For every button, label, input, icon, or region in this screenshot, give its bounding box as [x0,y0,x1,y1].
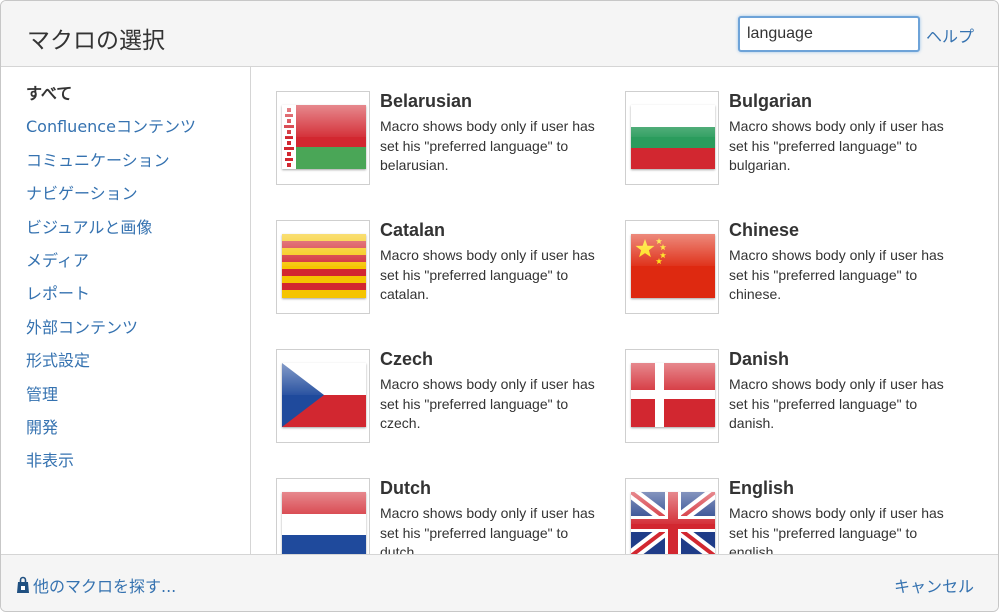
category-development[interactable]: 開発 [26,415,196,448]
macro-description: Macro shows body only if user has set hi… [380,118,595,173]
category-communication[interactable]: コミュニケーション [26,148,196,181]
category-media[interactable]: メディア [26,248,196,281]
macro-description: Macro shows body only if user has set hi… [729,376,944,431]
dialog-footer: 他のマクロを探す... キャンセル [1,554,998,611]
macro-item-catalan[interactable]: Catalan Macro shows body only if user ha… [276,220,616,330]
cancel-button[interactable]: キャンセル [894,573,974,597]
macro-item-czech[interactable]: Czech Macro shows body only if user has … [276,349,616,459]
macro-description: Macro shows body only if user has set hi… [729,118,944,173]
help-link[interactable]: ヘルプ [926,23,974,47]
find-more-macros-label: 他のマクロを探す... [33,577,177,596]
macro-thumbnail [276,91,370,185]
macro-thumbnail [625,220,719,314]
macro-name: Danish [729,349,790,369]
category-visuals-images[interactable]: ビジュアルと画像 [26,215,196,248]
macro-description: Macro shows body only if user has set hi… [729,247,944,302]
category-sidebar: すべて Confluenceコンテンツ コミュニケーション ナビゲーション ビジ… [1,67,251,554]
macro-item-belarusian[interactable]: Belarusian Macro shows body only if user… [276,91,616,201]
macro-thumbnail [276,220,370,314]
macro-item-chinese[interactable]: Chinese Macro shows body only if user ha… [625,220,965,330]
macro-thumbnail [625,349,719,443]
belarus-flag-icon [282,105,366,169]
category-navigation[interactable]: ナビゲーション [26,181,196,214]
category-reports[interactable]: レポート [26,281,196,314]
macro-item-dutch[interactable]: Dutch Macro shows body only if user has … [276,478,616,554]
category-hidden[interactable]: 非表示 [26,448,196,481]
macro-name: Catalan [380,220,446,240]
find-more-macros-link[interactable]: 他のマクロを探す... [15,573,176,597]
macro-description: Macro shows body only if user has set hi… [380,376,595,431]
macro-name: Dutch [380,478,431,498]
czech-flag-icon [282,363,366,427]
dialog-header: マクロの選択 ヘルプ [1,1,998,67]
macro-item-bulgarian[interactable]: Bulgarian Macro shows body only if user … [625,91,965,201]
category-formatting[interactable]: 形式設定 [26,348,196,381]
bulgaria-flag-icon [631,105,715,169]
macro-name: Chinese [729,220,800,240]
category-admin[interactable]: 管理 [26,382,196,415]
macro-description: Macro shows body only if user has set hi… [729,505,944,554]
china-flag-icon [631,234,715,298]
macro-thumbnail [276,349,370,443]
netherlands-flag-icon [282,492,366,554]
denmark-flag-icon [631,363,715,427]
dialog-title: マクロの選択 [27,28,165,54]
category-external-content[interactable]: 外部コンテンツ [26,315,196,348]
category-all[interactable]: すべて [26,81,196,114]
category-list: すべて Confluenceコンテンツ コミュニケーション ナビゲーション ビジ… [26,81,196,482]
macro-description: Macro shows body only if user has set hi… [380,505,595,554]
macro-item-danish[interactable]: Danish Macro shows body only if user has… [625,349,965,459]
macro-thumbnail [625,478,719,554]
macro-thumbnail [276,478,370,554]
macro-search-input[interactable] [738,16,920,52]
macro-name: Bulgarian [729,91,813,111]
macro-thumbnail [625,91,719,185]
macro-browser-dialog: マクロの選択 ヘルプ すべて Confluenceコンテンツ コミュニケーション… [0,0,999,612]
macro-name: Czech [380,349,434,369]
macro-name: Belarusian [380,91,473,111]
marketplace-bag-icon [15,576,31,594]
macro-list: Belarusian Macro shows body only if user… [252,67,998,554]
macro-item-english[interactable]: English Macro shows body only if user ha… [625,478,965,554]
macro-description: Macro shows body only if user has set hi… [380,247,595,302]
category-confluence-content[interactable]: Confluenceコンテンツ [26,114,196,147]
macro-name: English [729,478,795,498]
uk-flag-icon [631,492,715,554]
catalonia-flag-icon [282,234,366,298]
